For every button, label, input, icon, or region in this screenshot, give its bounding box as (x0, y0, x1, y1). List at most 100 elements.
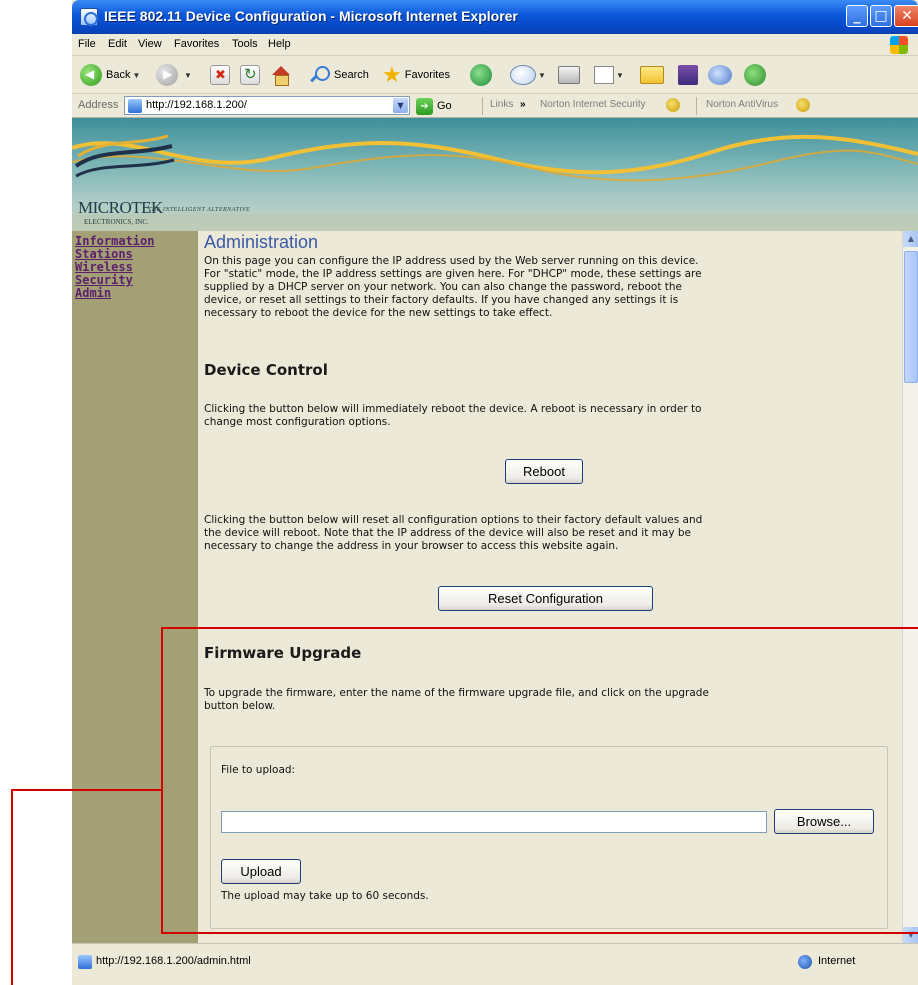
address-input[interactable]: http://192.168.1.200/ ▼ (124, 96, 410, 115)
home-button[interactable] (270, 63, 292, 87)
callout-leader-line (11, 789, 13, 985)
edit-page-icon (594, 66, 614, 84)
chevron-down-icon: ▼ (616, 70, 624, 80)
divider (482, 97, 483, 115)
reboot-button[interactable]: Reboot (505, 459, 583, 484)
scroll-down-arrow-icon[interactable]: ▼ (903, 927, 918, 943)
mail-button[interactable]: ▼ (510, 63, 546, 87)
firmware-upgrade-heading: Firmware Upgrade (204, 644, 362, 662)
menu-tools[interactable]: Tools (232, 38, 258, 50)
back-arrow-icon (80, 64, 102, 86)
scroll-up-arrow-icon[interactable]: ▲ (903, 231, 918, 247)
favorites-button[interactable]: ★ Favorites (382, 63, 450, 87)
star-icon: ★ (382, 62, 402, 87)
toolbar: Back ▼ ▼ Search ★ Favorites ▼ (72, 56, 918, 94)
chevron-down-icon: ▼ (184, 70, 192, 80)
favorites-label: Favorites (404, 69, 450, 81)
stop-icon (210, 65, 230, 85)
page-title: Administration (204, 232, 319, 252)
research-button[interactable] (678, 63, 698, 87)
edit-button[interactable]: ▼ (594, 63, 624, 87)
maximize-button[interactable]: □ (870, 5, 892, 27)
tagline: THE INTELLIGENT ALTERNATIVE (148, 207, 251, 213)
windows-logo-icon (890, 36, 908, 54)
status-bar: http://192.168.1.200/admin.html Internet (72, 943, 918, 985)
research-icon (678, 65, 698, 85)
print-button[interactable] (558, 63, 580, 87)
folder-icon (640, 66, 664, 84)
browse-button[interactable]: Browse... (774, 809, 874, 834)
file-path-input[interactable] (221, 811, 767, 833)
reboot-description: Clicking the button below will immediate… (204, 403, 702, 428)
main-content: Administration On this page you can conf… (198, 231, 902, 943)
close-button[interactable]: ✕ (894, 5, 918, 27)
reset-description: Clicking the button below will reset all… (204, 514, 703, 552)
window-title: IEEE 802.11 Device Configuration - Micro… (104, 8, 518, 24)
intro-text: On this page you can configure the IP ad… (204, 255, 702, 319)
home-icon (270, 64, 292, 86)
banner-wave-graphic (72, 134, 918, 231)
upload-note: The upload may take up to 60 seconds. (221, 890, 429, 902)
scroll-thumb[interactable] (904, 251, 918, 383)
links-label[interactable]: Links (490, 99, 513, 110)
search-icon (308, 64, 330, 86)
refresh-icon (240, 65, 260, 85)
back-button[interactable]: Back ▼ (80, 63, 140, 87)
upload-button[interactable]: Upload (221, 859, 301, 884)
messenger-icon (708, 65, 732, 85)
discuss-button[interactable] (640, 63, 664, 87)
title-bar[interactable]: IEEE 802.11 Device Configuration - Micro… (72, 0, 918, 34)
site-banner: MICROTEK ELECTRONICS, INC. THE INTELLIGE… (72, 118, 918, 231)
printer-icon (558, 66, 580, 84)
chevron-down-icon: ▼ (132, 70, 141, 80)
forward-button[interactable]: ▼ (156, 63, 192, 87)
sidebar-item-security[interactable]: Security (75, 273, 133, 287)
security-zone: Internet (818, 955, 856, 967)
sidebar-item-stations[interactable]: Stations (75, 247, 133, 261)
norton-antivirus-link[interactable]: Norton AntiVirus (706, 99, 778, 110)
chevron-down-icon: ▼ (538, 70, 546, 80)
globe-icon (798, 955, 812, 969)
msn-butterfly-icon (744, 64, 766, 86)
sidebar-nav: Information Stations Wireless Security A… (72, 231, 198, 943)
menu-bar: File Edit View Favorites Tools Help (72, 34, 918, 56)
menu-help[interactable]: Help (268, 38, 291, 50)
menu-favorites[interactable]: Favorites (174, 38, 219, 50)
sidebar-item-information[interactable]: Information (75, 234, 154, 248)
links-chevron-icon[interactable]: » (520, 99, 526, 110)
mail-icon (510, 65, 536, 85)
upload-form: File to upload: Browse... Upload The upl… (210, 746, 888, 929)
media-button[interactable] (470, 63, 496, 87)
back-label: Back (106, 69, 131, 81)
status-url: http://192.168.1.200/admin.html (96, 955, 251, 967)
minimize-button[interactable]: _ (846, 5, 868, 27)
menu-view[interactable]: View (138, 38, 162, 50)
internet-explorer-icon (80, 8, 98, 26)
search-label: Search (334, 69, 369, 81)
chevron-down-icon[interactable]: ▼ (393, 98, 408, 113)
vertical-scrollbar[interactable]: ▲ ▼ (902, 231, 918, 943)
sidebar-item-wireless[interactable]: Wireless (75, 260, 133, 274)
search-button[interactable]: Search (308, 63, 369, 87)
norton-security-icon[interactable] (666, 98, 680, 112)
msn-button[interactable] (744, 63, 766, 87)
sidebar-item-admin[interactable]: Admin (75, 286, 111, 300)
norton-antivirus-icon[interactable] (796, 98, 810, 112)
refresh-button[interactable] (240, 63, 260, 87)
forward-arrow-icon (156, 64, 178, 86)
device-control-heading: Device Control (204, 361, 328, 379)
norton-security-link[interactable]: Norton Internet Security (540, 99, 646, 110)
messenger-button[interactable] (708, 63, 732, 87)
divider (696, 97, 697, 115)
menu-edit[interactable]: Edit (108, 38, 127, 50)
go-arrow-icon: ➔ (416, 97, 433, 115)
page-icon (128, 99, 142, 113)
stop-button[interactable] (210, 63, 230, 87)
page-icon (78, 955, 92, 969)
go-button[interactable]: ➔ Go (416, 97, 452, 115)
callout-leader-line (11, 789, 161, 791)
reset-configuration-button[interactable]: Reset Configuration (438, 586, 653, 611)
menu-file[interactable]: File (78, 38, 96, 50)
address-label: Address (78, 99, 119, 111)
media-icon (470, 64, 492, 86)
